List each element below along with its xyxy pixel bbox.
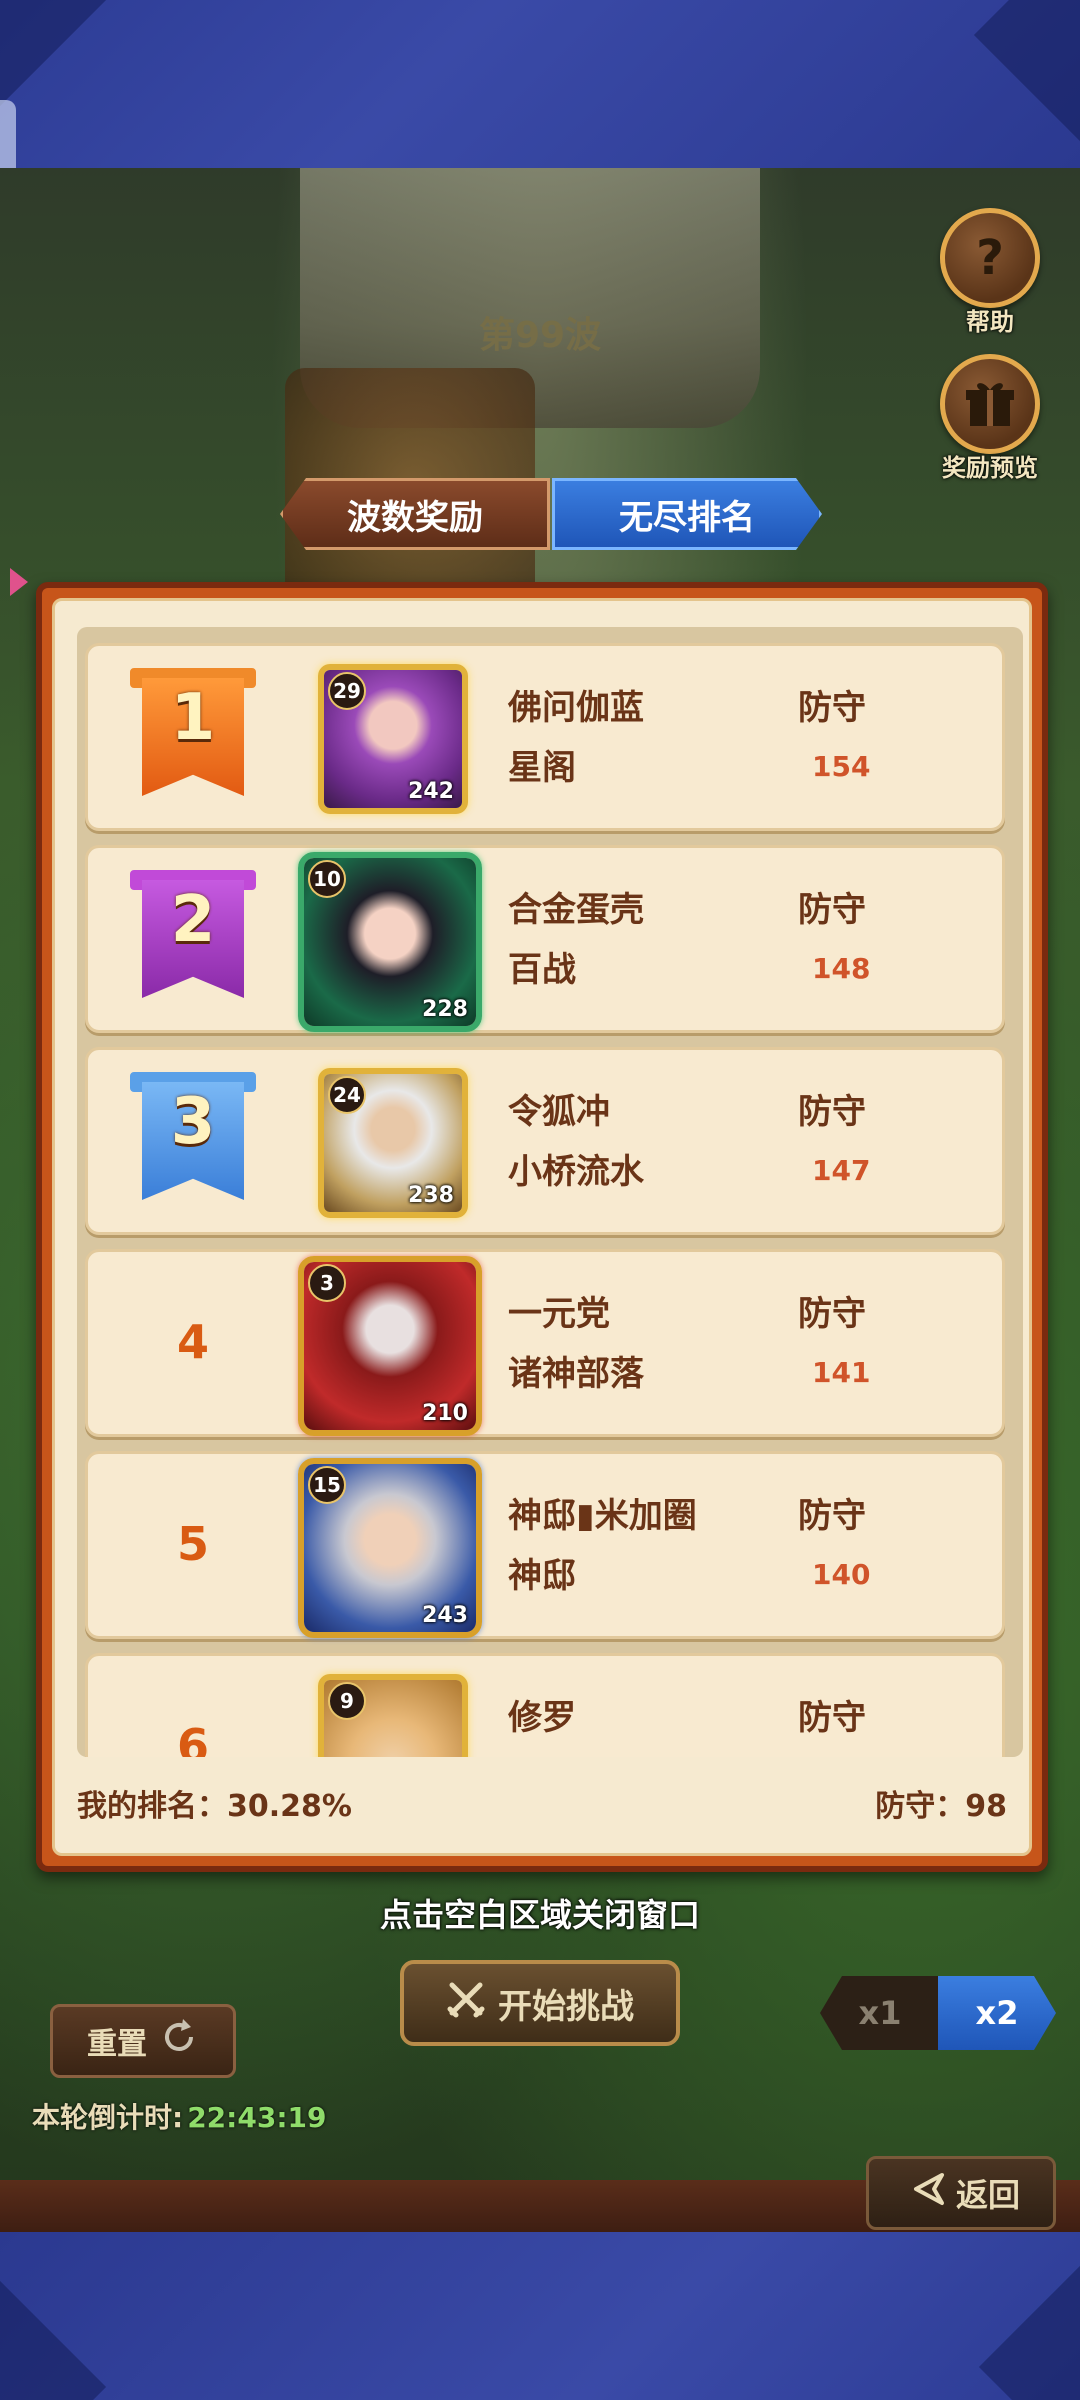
countdown-label: 本轮倒计时: — [32, 2101, 184, 2134]
hero-power: 210 — [422, 1401, 468, 1426]
stat-label: 防守 — [798, 1294, 866, 1334]
stat-label: 防守 — [798, 1496, 866, 1536]
hero-avatar[interactable]: 24 238 — [318, 1068, 468, 1218]
stat-label: 防守 — [798, 890, 866, 930]
rank-number: 5 — [176, 1517, 209, 1571]
guild-name: 神邸 — [508, 1556, 576, 1596]
stat-label: 防守 — [798, 688, 866, 728]
hero-level: 29 — [328, 672, 366, 710]
help-label: 帮助 — [966, 308, 1014, 336]
hero-power: 228 — [422, 997, 468, 1022]
rank-number: 1 — [170, 681, 216, 755]
player-name: 佛问伽蓝 — [508, 688, 644, 728]
stat-value: 141 — [812, 1356, 871, 1389]
stat-value: 140 — [812, 1558, 871, 1591]
gift-icon — [940, 354, 1040, 454]
rank-number: 2 — [170, 883, 216, 957]
hero-level: 3 — [308, 1264, 346, 1302]
rank-number: 3 — [170, 1085, 216, 1159]
rank-number: 6 — [176, 1719, 209, 1757]
hero-level: 9 — [328, 1682, 366, 1720]
hero-level: 24 — [328, 1076, 366, 1114]
reset-label: 重置 — [87, 2027, 147, 2062]
ranking-panel: 1 29 242 佛问伽蓝 星阁 防守 154 2 10 228 合金蛋壳 百战… — [36, 582, 1048, 1872]
ranking-row-3[interactable]: 3 24 238 令狐冲 小桥流水 防守 147 — [85, 1047, 1005, 1235]
guild-name: 诸神部落 — [508, 1354, 644, 1394]
player-name: 令狐冲 — [508, 1092, 610, 1132]
left-arrow-icon — [10, 568, 28, 596]
hero-avatar[interactable]: 29 242 — [318, 664, 468, 814]
ranking-panel-inner: 1 29 242 佛问伽蓝 星阁 防守 154 2 10 228 合金蛋壳 百战… — [52, 598, 1032, 1856]
speed-toggle[interactable]: x1 x2 — [820, 1976, 1056, 2050]
speed-x2-option[interactable]: x2 — [938, 1976, 1056, 2050]
stat-value: 148 — [812, 952, 871, 985]
stat-value: 154 — [812, 750, 871, 783]
hero-level: 10 — [308, 860, 346, 898]
ranking-row-4[interactable]: 4 3 210 一元党 诸神部落 防守 141 — [85, 1249, 1005, 1437]
start-challenge-button[interactable]: 开始挑战 — [400, 1960, 680, 2046]
crossed-swords-icon — [446, 1979, 486, 2028]
reward-preview-button[interactable]: 奖励预览 — [930, 354, 1050, 483]
my-rank-text: 我的排名：30.28% — [77, 1789, 352, 1824]
hero-avatar[interactable]: 3 210 — [298, 1256, 482, 1436]
ranking-row-5[interactable]: 5 15 243 神邸▮米加圈 神邸 防守 140 — [85, 1451, 1005, 1639]
hero-power: 242 — [408, 779, 454, 804]
guild-name: 星阁 — [508, 748, 576, 788]
screen: 第99波 ? 帮助 奖励预览 波数奖励 无尽排名 1 29 242 佛问伽蓝 星… — [0, 0, 1080, 2400]
wave-title: 第99波 — [478, 315, 602, 356]
countdown: 本轮倒计时: 22:43:19 — [32, 2096, 327, 2136]
ranking-row-2[interactable]: 2 10 228 合金蛋壳 百战 防守 148 — [85, 845, 1005, 1033]
hero-level: 15 — [308, 1466, 346, 1504]
player-name: 一元党 — [508, 1294, 610, 1334]
reset-button[interactable]: 重置 — [50, 2004, 236, 2078]
bottom-background-band — [0, 2232, 1080, 2400]
rank-badge: 1 — [128, 666, 258, 806]
start-challenge-label: 开始挑战 — [498, 1986, 634, 2027]
rank-badge: 6 — [128, 1676, 258, 1757]
question-mark-icon: ? — [940, 208, 1040, 308]
rank-badge: 5 — [128, 1474, 258, 1614]
guild-name: 小桥流水 — [508, 1152, 644, 1192]
player-name: 修罗 — [508, 1698, 576, 1738]
hero-avatar[interactable]: 15 243 — [298, 1458, 482, 1638]
tab-endless-ranking[interactable]: 无尽排名 — [552, 478, 822, 550]
my-stat-text: 防守：98 — [875, 1789, 1007, 1824]
hero-avatar[interactable]: 9 — [318, 1674, 468, 1757]
stat-label: 防守 — [798, 1698, 866, 1738]
hero-power: 243 — [422, 1603, 468, 1628]
rank-badge: 2 — [128, 868, 258, 1008]
stat-value: 147 — [812, 1154, 871, 1187]
refresh-icon — [159, 2017, 199, 2065]
countdown-time: 22:43:19 — [187, 2101, 327, 2134]
speed-x1-option[interactable]: x1 — [820, 1976, 940, 2050]
help-button[interactable]: ? 帮助 — [930, 208, 1050, 337]
rank-badge: 3 — [128, 1070, 258, 1210]
back-label: 返回 — [955, 2176, 1020, 2214]
ranking-list-scroll[interactable]: 1 29 242 佛问伽蓝 星阁 防守 154 2 10 228 合金蛋壳 百战… — [77, 627, 1023, 1757]
rank-badge: 4 — [128, 1272, 258, 1412]
guild-name: 百战 — [508, 950, 576, 990]
rank-number: 4 — [176, 1315, 209, 1369]
stat-label: 防守 — [798, 1092, 866, 1132]
back-arrow-icon — [902, 2169, 946, 2217]
ranking-row-6[interactable]: 6 9 修罗 防守 — [85, 1653, 1005, 1757]
player-name: 神邸▮米加圈 — [508, 1496, 697, 1536]
back-button[interactable]: 返回 — [866, 2156, 1056, 2230]
hero-avatar[interactable]: 10 228 — [298, 852, 482, 1032]
ranking-tabs: 波数奖励 无尽排名 — [280, 478, 822, 550]
close-hint: 点击空白区域关闭窗口 — [379, 1896, 700, 1934]
hero-power: 238 — [408, 1183, 454, 1208]
reward-preview-label: 奖励预览 — [942, 454, 1038, 482]
ranking-row-1[interactable]: 1 29 242 佛问伽蓝 星阁 防守 154 — [85, 643, 1005, 831]
player-name: 合金蛋壳 — [508, 890, 644, 930]
top-background-band — [0, 0, 1080, 168]
ranking-list[interactable]: 1 29 242 佛问伽蓝 星阁 防守 154 2 10 228 合金蛋壳 百战… — [77, 627, 1023, 1757]
tab-wave-rewards[interactable]: 波数奖励 — [280, 478, 550, 550]
